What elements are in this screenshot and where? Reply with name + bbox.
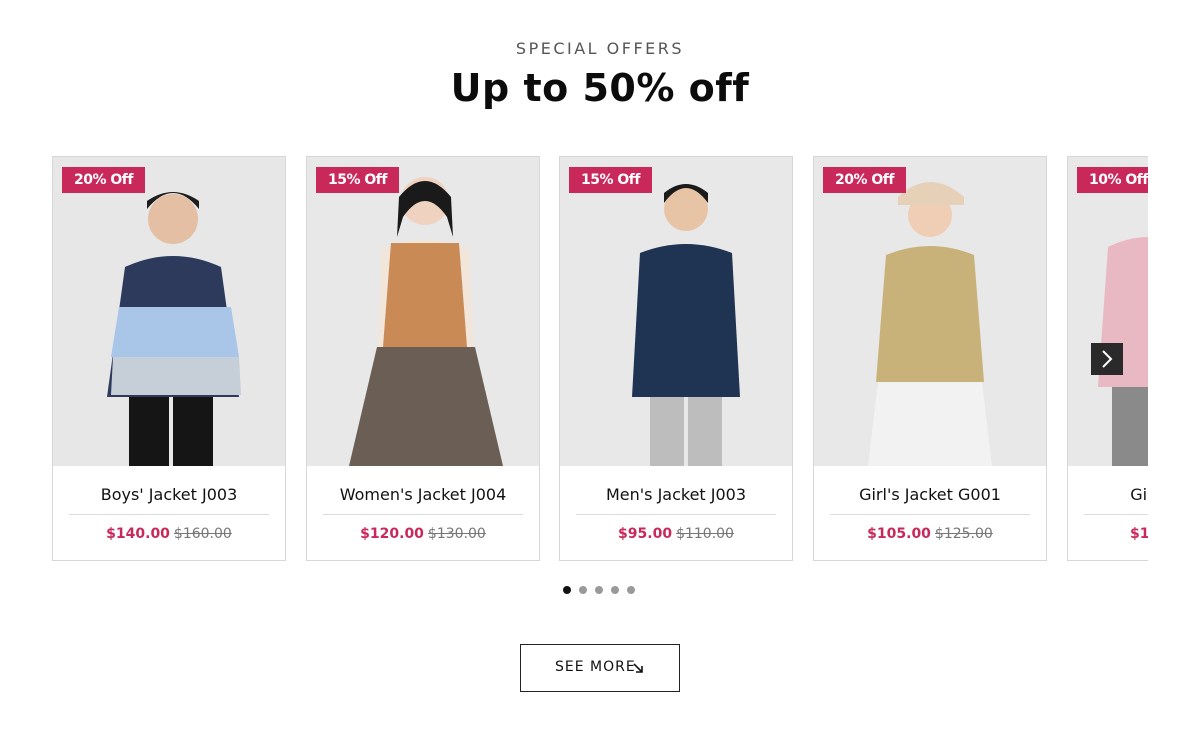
chevron-right-icon bbox=[1102, 350, 1113, 368]
divider bbox=[1084, 514, 1148, 515]
product-image[interactable]: 20% Off bbox=[814, 157, 1046, 466]
pagination-dot-4[interactable] bbox=[611, 586, 619, 594]
product-image[interactable]: 10% Off bbox=[1068, 157, 1148, 466]
discount-badge: 15% Off bbox=[569, 167, 652, 193]
product-name[interactable]: Girl's bbox=[1068, 485, 1148, 504]
product-name[interactable]: Girl's Jacket G001 bbox=[814, 485, 1046, 504]
arrow-down-right-icon bbox=[633, 663, 643, 673]
sale-price: $95.00 bbox=[618, 526, 673, 542]
product-price: $10 bbox=[1130, 526, 1148, 542]
product-price: $95.00 $110.00 bbox=[560, 526, 792, 542]
discount-badge: 20% Off bbox=[823, 167, 906, 193]
see-more-button[interactable]: SEE MORE bbox=[520, 644, 680, 692]
original-price: $125.00 bbox=[934, 526, 993, 542]
original-price: $110.00 bbox=[676, 526, 734, 542]
sale-price: $140.00 bbox=[106, 526, 170, 542]
product-image[interactable]: 15% Off bbox=[560, 157, 792, 466]
pagination-dot-5[interactable] bbox=[627, 586, 635, 594]
product-image[interactable]: 20% Off bbox=[53, 157, 285, 466]
product-name[interactable]: Men's Jacket J003 bbox=[560, 485, 792, 504]
product-card[interactable]: 20% Off Girl's Jacket G001 $105.00 $125.0… bbox=[813, 156, 1047, 561]
pagination-dot-3[interactable] bbox=[595, 586, 603, 594]
original-price: $160.00 bbox=[173, 526, 232, 542]
section-eyebrow: SPECIAL OFFERS bbox=[515, 39, 685, 58]
carousel-next-button[interactable] bbox=[1091, 343, 1123, 375]
product-card[interactable]: 20% Off Boys' Jacket J003 $140.00 $160.00 bbox=[52, 156, 286, 561]
product-name[interactable]: Boys' Jacket J003 bbox=[53, 485, 285, 504]
divider bbox=[830, 514, 1030, 515]
divider bbox=[323, 514, 523, 515]
discount-badge: 10% Off bbox=[1077, 167, 1148, 193]
divider bbox=[576, 514, 776, 515]
product-price: $105.00 $125.00 bbox=[814, 526, 1046, 542]
sale-price: $10 bbox=[1130, 526, 1148, 542]
product-price: $120.00 $130.00 bbox=[307, 526, 539, 542]
sale-price: $105.00 bbox=[867, 526, 931, 542]
original-price: $130.00 bbox=[427, 526, 486, 542]
product-image[interactable]: 15% Off bbox=[307, 157, 539, 466]
product-carousel: 20% Off Boys' Jacket J003 $140.00 $160.00… bbox=[52, 156, 1148, 561]
pagination-dot-1[interactable] bbox=[563, 586, 571, 594]
product-name[interactable]: Women's Jacket J004 bbox=[307, 485, 539, 504]
divider bbox=[69, 514, 269, 515]
product-card[interactable]: 15% Off Women's Jacket J004 $120.00 $130.… bbox=[306, 156, 540, 561]
discount-badge: 15% Off bbox=[316, 167, 399, 193]
sale-price: $120.00 bbox=[360, 526, 424, 542]
discount-badge: 20% Off bbox=[62, 167, 145, 193]
product-price: $140.00 $160.00 bbox=[53, 526, 285, 542]
product-card[interactable]: 15% Off Men's Jacket J003 $95.00 $110.00 bbox=[559, 156, 793, 561]
see-more-label: SEE MORE bbox=[555, 659, 636, 675]
pagination-dot-2[interactable] bbox=[579, 586, 587, 594]
section-title: Up to 50% off bbox=[450, 66, 750, 110]
